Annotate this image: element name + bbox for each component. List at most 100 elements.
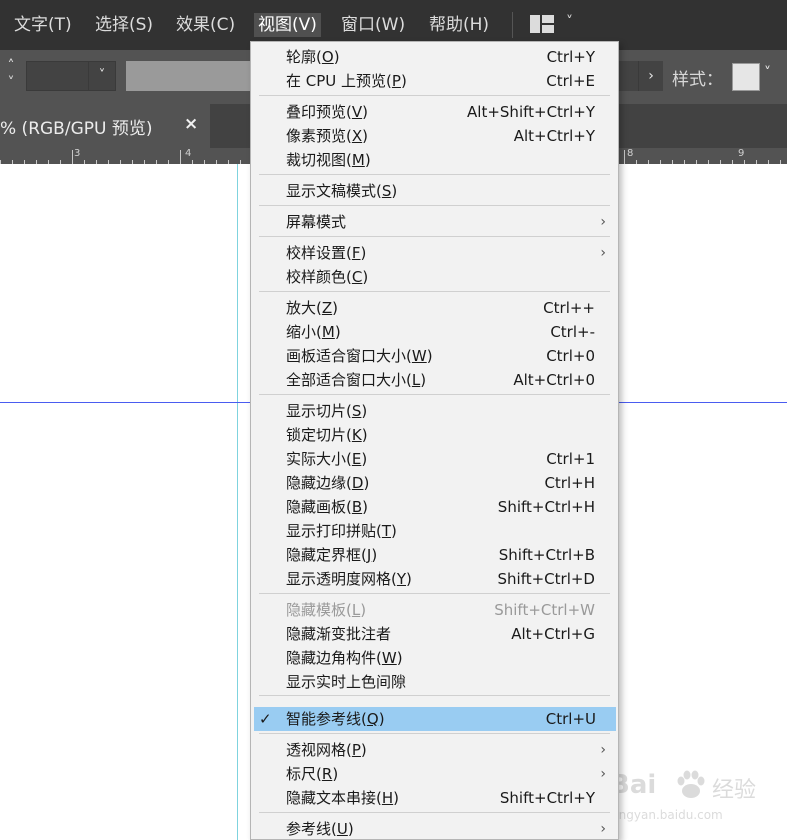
menu-item-label: 缩小(M) [286,323,341,341]
watermark: Bai 经验 jingyan.baidu.com [602,766,787,840]
menu-item-text: 隐藏边缘 [286,474,347,492]
menu-item-zoom-in[interactable]: 放大(Z) Ctrl++ [251,296,618,320]
menu-item-label: 校样设置(F) [286,244,367,262]
menu-item-label: 叠印预览(V) [286,103,368,121]
menu-view[interactable]: 视图(V) [254,13,321,37]
menu-item-overprint-preview[interactable]: 叠印预览(V) Alt+Shift+Ctrl+Y [251,100,618,124]
chevron-right-icon[interactable]: › [638,61,663,91]
menu-item-fit-artboard-in-window[interactable]: 画板适合窗口大小(W) Ctrl+0 [251,344,618,368]
menu-item-rulers[interactable]: 标尺(R) › [251,762,618,786]
menu-item-label: 隐藏边缘(D) [286,474,370,492]
chevron-up-icon[interactable]: ˄ [0,58,22,75]
menu-item-mnemonic: Z [321,299,333,317]
chevron-right-icon: › [600,742,606,758]
chevron-down-icon[interactable]: ˅ [566,14,573,30]
menu-item-mnemonic: S [351,402,362,420]
menu-item-mnemonic: O [321,48,334,66]
menu-item-hide-edges[interactable]: 隐藏边缘(D) Ctrl+H [251,471,618,495]
menu-item-actual-size[interactable]: 实际大小(E) Ctrl+1 [251,447,618,471]
menu-item-hide-text-threads[interactable]: 隐藏文本串接(H) Shift+Ctrl+Y [251,786,618,810]
menu-item-mnemonic: U [336,820,348,838]
menu-item-label: 锁定切片(K) [286,426,368,444]
menu-item-label: 显示透明度网格(Y) [286,570,412,588]
menu-item-pixel-preview[interactable]: 像素预览(X) Alt+Ctrl+Y [251,124,618,148]
chevron-down-icon[interactable]: ˅ [88,62,115,90]
menu-item-proof-setup[interactable]: 校样设置(F) › [251,241,618,265]
chevron-down-icon[interactable]: ˅ [0,75,22,92]
menu-item-trim-view[interactable]: 裁切视图(M) [251,148,618,172]
menu-divider [259,205,610,206]
menu-item-fit-all-in-window[interactable]: 全部适合窗口大小(L) Alt+Ctrl+0 [251,368,618,392]
menu-item-shortcut: Ctrl+E [546,72,595,90]
menu-item-perspective-grid[interactable]: 透视网格(P) › [251,738,618,762]
menu-item-text: 校样颜色 [286,268,347,286]
chevron-right-icon: › [600,245,606,261]
menu-item-mnemonic: T [381,522,392,540]
ruler-tick [624,150,625,164]
variable-width-field[interactable] [126,61,252,91]
checkmark-icon: ✓ [259,710,272,728]
menu-item-hide-bounding-box[interactable]: 隐藏定界框(J) Shift+Ctrl+B [251,543,618,567]
chevron-down-icon[interactable]: ˅ [764,65,771,81]
menu-item-label: 画板适合窗口大小(W) [286,347,433,365]
menu-item-hide-gradient-annotator[interactable]: 隐藏渐变批注者 Alt+Ctrl+G [251,622,618,646]
menu-item-label: 显示实时上色间隙 [286,671,406,693]
menu-item-text: 屏幕模式 [286,213,347,231]
ruler-tick [72,150,73,164]
menu-item-show-slices[interactable]: 显示切片(S) [251,399,618,423]
menu-item-show-print-tiling[interactable]: 显示打印拼贴(T) [251,519,618,543]
menu-item-label: 校样颜色(C) [286,268,369,286]
menu-item-mnemonic: M [351,151,365,169]
menu-item-outline[interactable]: 轮廓(O) Ctrl+Y [251,45,618,69]
menu-item-text: 实际大小 [286,450,347,468]
menu-item-text: 像素预览 [286,127,347,145]
menu-item-show-live-paint-gaps[interactable]: 显示实时上色间隙 [251,670,618,694]
menu-item-label: 显示文稿模式(S) [286,182,398,200]
menu-item-mnemonic: W [411,347,427,365]
menu-item-show-transparency-grid[interactable]: 显示透明度网格(Y) Shift+Ctrl+D [251,567,618,591]
close-icon[interactable]: × [184,114,198,134]
menu-item-mnemonic: P [391,72,401,90]
workspace-layout-icon[interactable] [529,14,555,34]
menu-item-label: 隐藏模板(L) [286,601,367,619]
menu-item-hide-corner-widget[interactable]: 隐藏边角构件(W) [251,646,618,670]
menu-item-mnemonic: F [351,244,361,262]
menu-item-proof-colors[interactable]: 校样颜色(C) [251,265,618,289]
menu-item-guides[interactable]: 参考线(U) › [251,817,618,839]
menu-item-shortcut: Ctrl+Y [546,48,595,66]
menu-item-label: 显示切片(S) [286,402,368,420]
document-tab[interactable]: % (RGB/GPU 预览) × [0,104,210,148]
menu-item-zoom-out[interactable]: 缩小(M) Ctrl+- [251,320,618,344]
menu-item-smart-guides[interactable]: ✓ 智能参考线(Q) Ctrl+U [254,707,616,731]
menu-item-text: 显示实时上色间隙 [286,673,407,691]
opacity-field[interactable] [618,61,638,91]
menu-item-lock-slices[interactable]: 锁定切片(K) [251,423,618,447]
menu-item-text: 隐藏模板 [286,601,347,619]
menu-item-label: 放大(Z) [286,299,339,317]
menu-item-screen-mode[interactable]: 屏幕模式 › [251,210,618,234]
stepper[interactable]: ˄ ˅ [0,58,22,96]
menu-item-presentation-mode[interactable]: 显示文稿模式(S) [251,179,618,203]
menu-text[interactable]: 文字(T) [14,13,72,37]
menu-help[interactable]: 帮助(H) [429,13,489,37]
stroke-select[interactable]: ˅ [26,61,116,91]
menu-item-text: 锁定切片 [286,426,347,444]
menu-item-text: 显示文稿模式 [286,182,377,200]
vertical-guide[interactable] [237,164,238,840]
menu-item-preview-on-cpu[interactable]: 在 CPU 上预览(P) Ctrl+E [251,69,618,93]
menu-item-mnemonic: C [351,268,363,286]
menu-item-label: 智能参考线(Q) [286,710,385,728]
menu-item-hide-artboards[interactable]: 隐藏画板(B) Shift+Ctrl+H [251,495,618,519]
menu-item-mnemonic: K [351,426,362,444]
menu-item-label: 隐藏渐变批注者 [286,623,391,645]
menu-window[interactable]: 窗口(W) [341,13,405,37]
menu-item-label: 轮廓(O) [286,48,340,66]
menu-item-text: 参考线 [286,820,332,838]
menu-select[interactable]: 选择(S) [95,13,153,37]
menu-item-text: 隐藏画板 [286,498,347,516]
style-swatch[interactable] [732,63,760,91]
menu-item-label: 标尺(R) [286,765,339,783]
menu-item-label: 全部适合窗口大小(L) [286,371,427,389]
menu-effect[interactable]: 效果(C) [176,13,235,37]
menu-item-text: 放大 [286,299,317,317]
